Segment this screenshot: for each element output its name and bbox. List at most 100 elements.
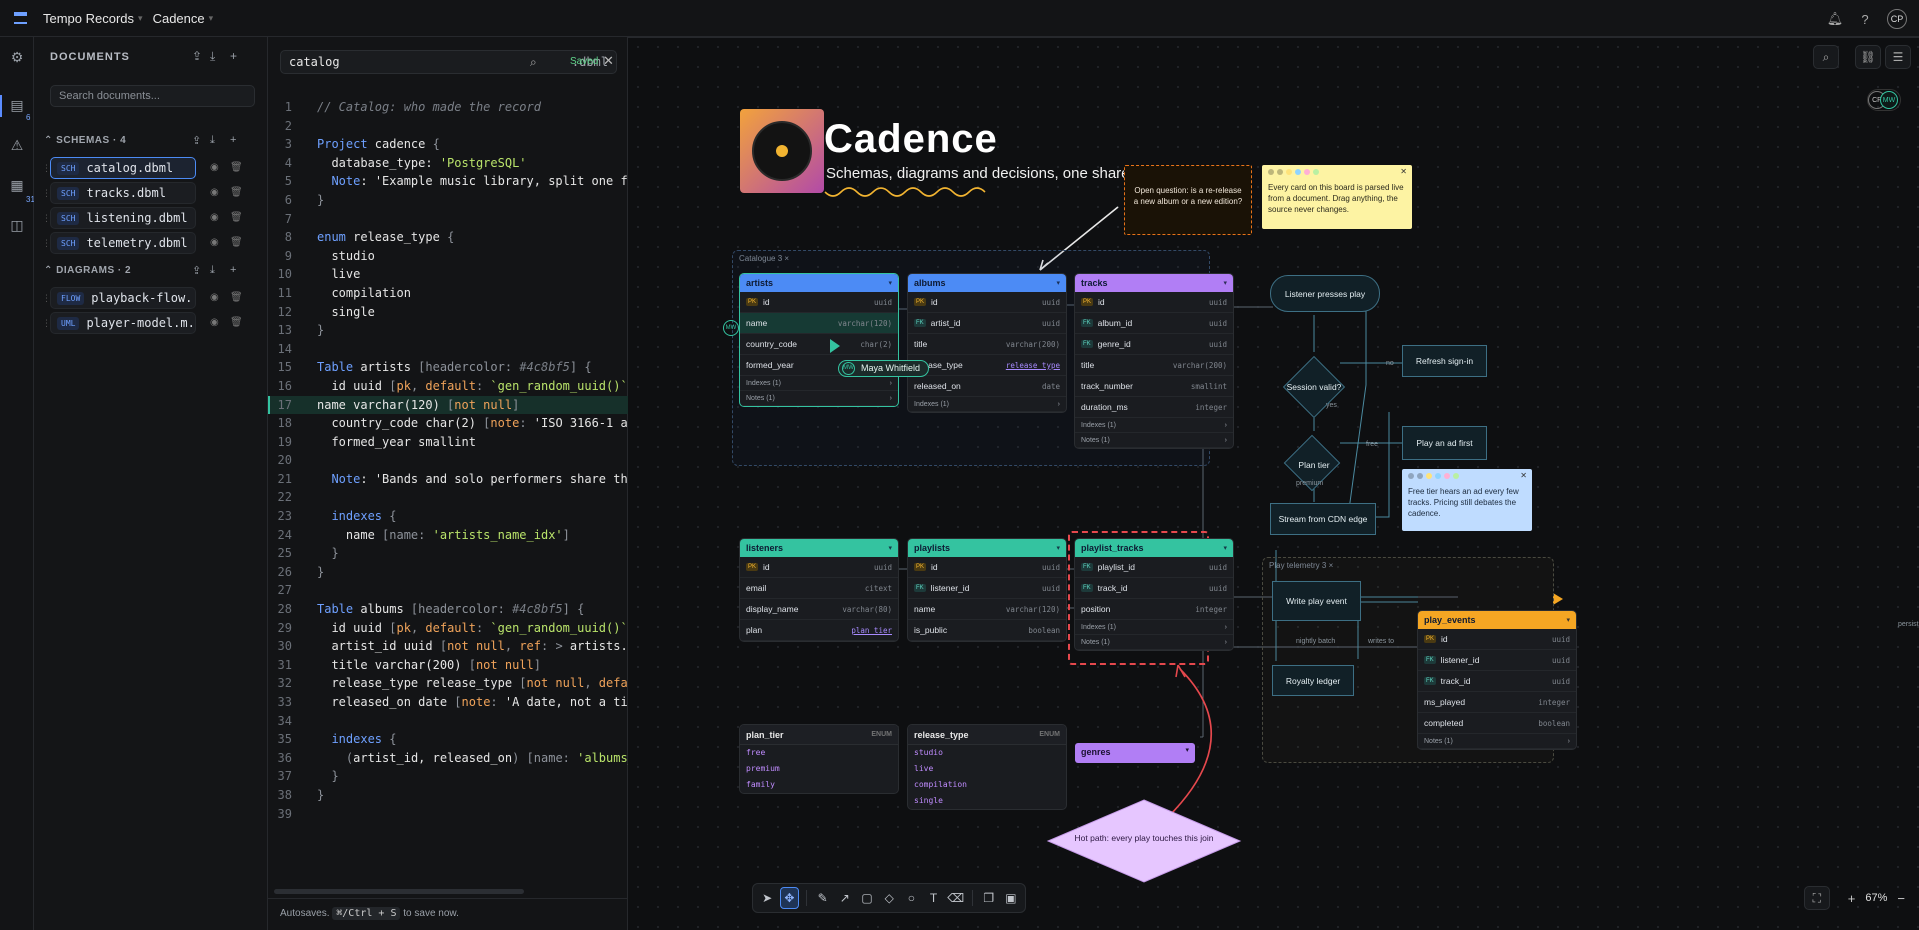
pointer-icon[interactable]: ➤ xyxy=(758,887,776,909)
table-column[interactable]: FK artist_id uuid xyxy=(908,313,1066,334)
indexes-row[interactable]: Indexes (1) › xyxy=(740,376,898,391)
table-header[interactable]: play_events ▾ xyxy=(1418,611,1576,629)
flow-refresh-node[interactable]: Refresh sign-in xyxy=(1402,345,1487,377)
enum-release-type[interactable]: release_type ENUM studio live compilation sin… xyxy=(908,725,1066,809)
upload-icon[interactable]: ⇪ xyxy=(192,264,201,277)
filename-input[interactable]: catalog .dbml xyxy=(280,50,617,74)
chevron-down-icon[interactable]: ▾ xyxy=(1223,279,1227,287)
sticky-note-blue[interactable]: ✕ Free tier hears an ad every few tracks… xyxy=(1402,469,1532,531)
eye-icon[interactable]: ◉ xyxy=(210,292,219,303)
column-type[interactable]: plan_tier xyxy=(851,626,892,635)
help-icon[interactable]: ? xyxy=(1857,11,1873,27)
board-title[interactable]: Cadence xyxy=(824,117,998,162)
schemas-section-header[interactable]: ⌃ SCHEMAS · 4 xyxy=(44,135,126,146)
image-icon[interactable]: ▣ xyxy=(1002,887,1020,909)
table-column[interactable]: title varchar(200) xyxy=(1075,355,1233,376)
pen-icon[interactable]: ✎ xyxy=(814,887,832,909)
eye-icon[interactable]: ◉ xyxy=(210,317,219,328)
notes-row[interactable]: Notes (1) › xyxy=(1075,433,1233,448)
zoom-in-button[interactable]: + xyxy=(1848,891,1856,906)
search-documents-input[interactable]: Search documents... xyxy=(50,85,255,107)
flow-ledger-node[interactable]: Royalty ledger xyxy=(1272,665,1354,696)
circle-icon[interactable]: ○ xyxy=(902,887,920,909)
eye-icon[interactable]: ◉ xyxy=(210,237,219,248)
table-column[interactable]: FK genre_id uuid xyxy=(1075,334,1233,355)
warning-icon[interactable]: ⚠ xyxy=(8,137,26,155)
upload-icon[interactable]: ⇪ xyxy=(192,134,201,147)
table-column[interactable]: PK id uuid xyxy=(740,557,898,578)
diagrams-section-header[interactable]: ⌃ DIAGRAMS · 2 xyxy=(44,265,131,276)
table-column[interactable]: released_on date xyxy=(908,376,1066,397)
table-playlist-tracks[interactable]: playlist_tracks ▾ FK playlist_id uuid FK track… xyxy=(1075,539,1233,650)
workspace-switcher[interactable]: Tempo Records xyxy=(43,11,134,26)
eye-icon[interactable]: ◉ xyxy=(210,162,219,173)
table-column[interactable]: release_type release_type xyxy=(908,355,1066,376)
trash-icon[interactable]: 🗑︎ xyxy=(230,317,243,328)
enum-header[interactable]: plan_tier ENUM xyxy=(740,725,898,745)
genres-table-collapsed[interactable]: genres ▾ xyxy=(1075,743,1195,763)
table-column[interactable]: title varchar(200) xyxy=(908,334,1066,355)
chevron-down-icon[interactable]: ▾ xyxy=(888,279,892,287)
arrow-icon[interactable]: ↗ xyxy=(836,887,854,909)
table-header[interactable]: playlist_tracks ▾ xyxy=(1075,539,1233,557)
code-area[interactable]: 1// Catalog: who made the record 2 3 Proj… xyxy=(268,98,628,858)
move-icon[interactable]: ✥ xyxy=(780,887,799,909)
table-column[interactable]: plan plan_tier xyxy=(740,620,898,641)
table-header[interactable]: tracks ▾ xyxy=(1075,274,1233,292)
trash-icon[interactable]: 🗑︎ xyxy=(230,212,243,223)
duplicate-icon[interactable]: ❐ xyxy=(980,887,998,909)
download-icon[interactable]: ⤓ xyxy=(210,49,215,64)
diamond-icon[interactable]: ◇ xyxy=(880,887,898,909)
close-icon[interactable]: ✕ xyxy=(1520,471,1527,482)
table-column[interactable]: completed boolean xyxy=(1418,713,1576,734)
table-header[interactable]: artists ▾ xyxy=(740,274,898,292)
indexes-row[interactable]: Indexes (1) › xyxy=(908,397,1066,412)
bag-icon[interactable]: ◫ xyxy=(8,217,26,235)
chevron-down-icon[interactable]: ▾ xyxy=(1223,544,1227,552)
table-header[interactable]: playlists ▾ xyxy=(908,539,1066,557)
cadence-logo[interactable] xyxy=(740,109,824,193)
flow-stream-node[interactable]: Stream from CDN edge xyxy=(1270,503,1376,535)
eye-icon[interactable]: ◉ xyxy=(210,187,219,198)
table-column[interactable]: PK id uuid xyxy=(908,557,1066,578)
chevron-down-icon[interactable]: ▾ xyxy=(138,13,143,24)
eraser-icon[interactable]: ⌫ xyxy=(947,887,965,909)
sticky-note-yellow[interactable]: ✕ Every card on this board is parsed liv… xyxy=(1262,165,1412,229)
trash-icon[interactable]: 🗑︎ xyxy=(230,292,243,303)
upload-icon[interactable]: ⇪ xyxy=(192,49,202,63)
enum-header[interactable]: release_type ENUM xyxy=(908,725,1066,745)
document-item[interactable]: FLOW playback-flow... xyxy=(50,287,196,309)
table-column[interactable]: position integer xyxy=(1075,599,1233,620)
table-column[interactable]: FK playlist_id uuid xyxy=(1075,557,1233,578)
table-column[interactable]: FK track_id uuid xyxy=(1075,578,1233,599)
chevron-down-icon[interactable]: ▾ xyxy=(1056,544,1060,552)
download-icon[interactable]: ⤓ xyxy=(210,264,215,277)
table-column[interactable]: FK album_id uuid xyxy=(1075,313,1233,334)
document-icon[interactable]: ▤ xyxy=(8,97,26,115)
zoom-out-button[interactable]: − xyxy=(1897,891,1905,906)
add-schema-icon[interactable]: + xyxy=(230,134,236,146)
library-icon[interactable]: ▦ xyxy=(8,177,26,195)
eye-icon[interactable]: ◉ xyxy=(210,212,219,223)
table-play-events[interactable]: play_events ▾ PK id uuid FK listener_id uuid FK t… xyxy=(1418,611,1576,749)
table-tracks[interactable]: tracks ▾ PK id uuid FK album_id uuid FK genre_id u… xyxy=(1075,274,1233,448)
table-column[interactable]: name varchar(120) xyxy=(740,313,898,334)
fit-screen-icon[interactable]: ⛶ xyxy=(1803,886,1830,910)
document-item[interactable]: SCH tracks.dbml xyxy=(50,182,196,204)
table-column[interactable]: FK listener_id uuid xyxy=(1418,650,1576,671)
app-logo-icon[interactable] xyxy=(14,12,27,24)
diagram-canvas[interactable]: ⌕ ⛓ ☰ CP MW Cadence Schemas, diagrams an… xyxy=(628,37,1919,930)
table-column[interactable]: name varchar(120) xyxy=(908,599,1066,620)
table-listeners[interactable]: listeners ▾ PK id uuid email citext display_nam… xyxy=(740,539,898,641)
indexes-row[interactable]: Indexes (1) › xyxy=(1075,620,1233,635)
table-column[interactable]: track_number smallint xyxy=(1075,376,1233,397)
flow-start-node[interactable]: Listener presses play xyxy=(1270,275,1380,312)
document-item[interactable]: SCH catalog.dbml xyxy=(50,157,196,179)
table-albums[interactable]: albums ▾ PK id uuid FK artist_id uuid title varch… xyxy=(908,274,1066,412)
table-column[interactable]: PK id uuid xyxy=(1075,292,1233,313)
chevron-down-icon[interactable]: ▾ xyxy=(888,544,892,552)
project-switcher[interactable]: Cadence xyxy=(153,11,205,26)
bell-icon[interactable]: 🔔︎ xyxy=(1827,11,1844,27)
close-editor-icon[interactable]: ✕ xyxy=(603,53,614,69)
table-playlists[interactable]: playlists ▾ PK id uuid FK listener_id uuid name v… xyxy=(908,539,1066,641)
